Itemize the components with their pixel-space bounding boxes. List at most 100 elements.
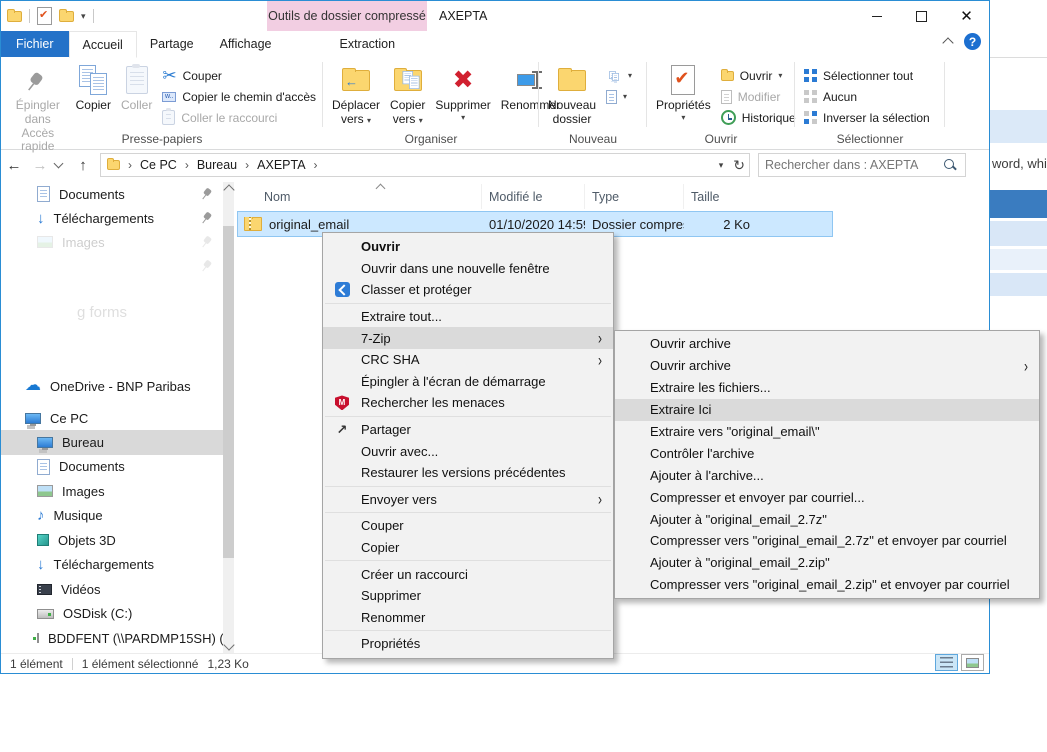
breadcrumb-bureau[interactable]: Bureau: [191, 158, 243, 172]
sidebar-item-images[interactable]: Images: [1, 479, 223, 504]
scroll-down-icon[interactable]: [223, 639, 234, 650]
breadcrumb-ce-pc[interactable]: Ce PC: [134, 158, 183, 172]
context-menu-item-classer-et-prot-ger[interactable]: Classer et protéger: [323, 279, 613, 301]
column-header-nom[interactable]: Nom: [237, 184, 481, 209]
tab-extraction[interactable]: Extraction: [327, 31, 409, 57]
context-menu-item-envoyer-vers[interactable]: Envoyer vers›: [323, 489, 613, 511]
sidebar-item-documents[interactable]: Documents: [1, 182, 223, 206]
close-button[interactable]: ✕: [944, 1, 989, 31]
scrollbar-thumb[interactable]: [223, 226, 234, 558]
sidebar-item-documents[interactable]: Documents: [1, 455, 223, 480]
properties-button[interactable]: ✔ Propriétés ▾: [651, 60, 716, 122]
context-menu-item-propri-t-s[interactable]: Propriétés: [323, 633, 613, 655]
submenu-item-ajouter-l-archive[interactable]: Ajouter à l'archive...: [615, 464, 1039, 486]
context-menu-item-renommer[interactable]: Renommer: [323, 607, 613, 629]
context-menu-item-couper[interactable]: Couper: [323, 515, 613, 537]
context-menu-item-supprimer[interactable]: Supprimer: [323, 585, 613, 607]
submenu-item-compresser-vers-original-email-2-7z-et-envoyer-par-courriel[interactable]: Compresser vers "original_email_2.7z" et…: [615, 530, 1039, 552]
back-button[interactable]: ←: [1, 157, 27, 174]
edit-button[interactable]: Modifier: [716, 86, 801, 107]
search-box[interactable]: [758, 153, 966, 177]
context-menu-item-cr-er-un-raccourci[interactable]: Créer un raccourci: [323, 563, 613, 585]
open-button[interactable]: Ouvrir ▾: [716, 65, 801, 86]
qat-dropdown-icon[interactable]: ▾: [81, 12, 86, 21]
tab-accueil[interactable]: Accueil: [69, 31, 137, 58]
sidebar-item-t-l-chargements[interactable]: ↓Téléchargements: [1, 553, 223, 578]
breadcrumb[interactable]: › Ce PC › Bureau › AXEPTA › ▾ ↻: [100, 153, 750, 177]
sidebar-item-vid-os[interactable]: Vidéos: [1, 577, 223, 602]
minimize-button[interactable]: [854, 1, 899, 31]
submenu-item-ouvrir-archive[interactable]: Ouvrir archive: [615, 333, 1039, 355]
new-folder-button[interactable]: Nouveau dossier: [543, 60, 601, 127]
sidebar-item-images[interactable]: Images: [1, 230, 223, 254]
context-menu-item-copier[interactable]: Copier: [323, 537, 613, 559]
cut-button[interactable]: ✂ Couper: [157, 65, 321, 86]
recent-locations-icon[interactable]: [54, 158, 64, 168]
sidebar-item-onedrive-bnp-paribas[interactable]: ☁OneDrive - BNP Paribas: [1, 374, 223, 398]
submenu-item-ajouter-original-email-2-zip[interactable]: Ajouter à "original_email_2.zip": [615, 552, 1039, 574]
up-button[interactable]: ↑: [70, 157, 96, 174]
context-menu-item-ouvrir[interactable]: Ouvrir: [323, 236, 613, 258]
new-item-button[interactable]: ▾: [601, 65, 637, 86]
tab-partage[interactable]: Partage: [137, 31, 207, 57]
context-menu-item-7-zip[interactable]: 7-Zip›: [323, 327, 613, 349]
paste-button[interactable]: Coller: [116, 60, 157, 113]
help-icon[interactable]: ?: [964, 33, 981, 50]
sidebar-item-bddfent-pardmp15sh-s[interactable]: BDDFENT (\\PARDMP15SH) (S:): [1, 626, 223, 651]
context-menu-item-pingler-l-cran-de-d-marrage[interactable]: Épingler à l'écran de démarrage: [323, 371, 613, 393]
details-view-button[interactable]: [935, 654, 958, 671]
submenu-item-compresser-vers-original-email-2-zip-et-envoyer-par-courriel[interactable]: Compresser vers "original_email_2.zip" e…: [615, 574, 1039, 596]
sidebar-item-t-l-chargements[interactable]: ↓Téléchargements: [1, 206, 223, 230]
select-none-button[interactable]: Aucun: [799, 86, 935, 107]
tab-fichier[interactable]: Fichier: [1, 31, 69, 57]
sidebar-item-musique[interactable]: ♪Musique: [1, 504, 223, 529]
copy-button[interactable]: Copier: [71, 60, 116, 113]
forward-button[interactable]: →: [27, 157, 53, 174]
sidebar-item-bureau[interactable]: Bureau: [1, 430, 223, 455]
sidebar-item-ce-pc[interactable]: Ce PC: [1, 406, 223, 430]
history-button[interactable]: Historique: [716, 107, 801, 128]
folder-icon[interactable]: [7, 11, 22, 22]
address-dropdown-icon[interactable]: ▾: [719, 161, 724, 170]
sidebar-item-osdisk-c[interactable]: OSDisk (C:): [1, 602, 223, 627]
context-menu-item-restaurer-les-versions-pr-c-dentes[interactable]: Restaurer les versions précédentes: [323, 462, 613, 484]
maximize-button[interactable]: [899, 1, 944, 31]
collapse-ribbon-icon[interactable]: [942, 37, 953, 48]
context-menu-item-ouvrir-dans-une-nouvelle-fen-tre[interactable]: Ouvrir dans une nouvelle fenêtre: [323, 258, 613, 280]
thumbnail-view-button[interactable]: [961, 654, 984, 671]
context-menu-item-partager[interactable]: ↗Partager: [323, 419, 613, 441]
sidebar-scrollbar[interactable]: [223, 182, 234, 653]
column-header-taille[interactable]: Taille: [683, 184, 755, 209]
invert-selection-button[interactable]: Inverser la sélection: [799, 107, 935, 128]
move-to-button[interactable]: ← Déplacer vers ▾: [327, 60, 385, 127]
select-all-button[interactable]: Sélectionner tout: [799, 65, 935, 86]
breadcrumb-axepta[interactable]: AXEPTA: [251, 158, 311, 172]
context-menu-item-rechercher-les-menaces[interactable]: MRechercher les menaces: [323, 392, 613, 414]
submenu-item-compresser-et-envoyer-par-courriel[interactable]: Compresser et envoyer par courriel...: [615, 486, 1039, 508]
delete-button[interactable]: ✖ Supprimer ▾: [430, 60, 495, 122]
submenu-item-extraire-ici[interactable]: Extraire Ici: [615, 399, 1039, 421]
copy-path-button[interactable]: w.. Copier le chemin d'accès: [157, 86, 321, 107]
column-header-modifie-le[interactable]: Modifié le: [481, 184, 584, 209]
submenu-item-ouvrir-archive[interactable]: Ouvrir archive›: [615, 355, 1039, 377]
refresh-icon[interactable]: ↻: [733, 157, 745, 174]
context-menu-item-extraire-tout[interactable]: Extraire tout...: [323, 306, 613, 328]
context-menu-item-crc-sha[interactable]: CRC SHA›: [323, 349, 613, 371]
tab-affichage[interactable]: Affichage: [207, 31, 285, 57]
sidebar-item-faded[interactable]: [1, 254, 223, 278]
column-header-type[interactable]: Type: [584, 184, 683, 209]
submenu-item-ajouter-original-email-2-7z[interactable]: Ajouter à "original_email_2.7z": [615, 508, 1039, 530]
properties-icon[interactable]: ✔: [37, 7, 52, 25]
sidebar-item-objets-3d[interactable]: Objets 3D: [1, 528, 223, 553]
paste-shortcut-button[interactable]: Coller le raccourci: [157, 107, 321, 128]
copy-to-button[interactable]: Copier vers ▾: [385, 60, 430, 127]
submenu-item-extraire-les-fichiers[interactable]: Extraire les fichiers...: [615, 377, 1039, 399]
scroll-up-icon[interactable]: [223, 184, 234, 195]
search-icon[interactable]: [943, 158, 957, 172]
submenu-item-extraire-vers-original-email[interactable]: Extraire vers "original_email\": [615, 421, 1039, 443]
folder-icon[interactable]: [59, 11, 74, 22]
context-menu-item-ouvrir-avec[interactable]: Ouvrir avec...: [323, 440, 613, 462]
search-input[interactable]: [759, 158, 943, 172]
submenu-item-contr-ler-l-archive[interactable]: Contrôler l'archive: [615, 442, 1039, 464]
easy-access-button[interactable]: ▾: [601, 86, 637, 107]
